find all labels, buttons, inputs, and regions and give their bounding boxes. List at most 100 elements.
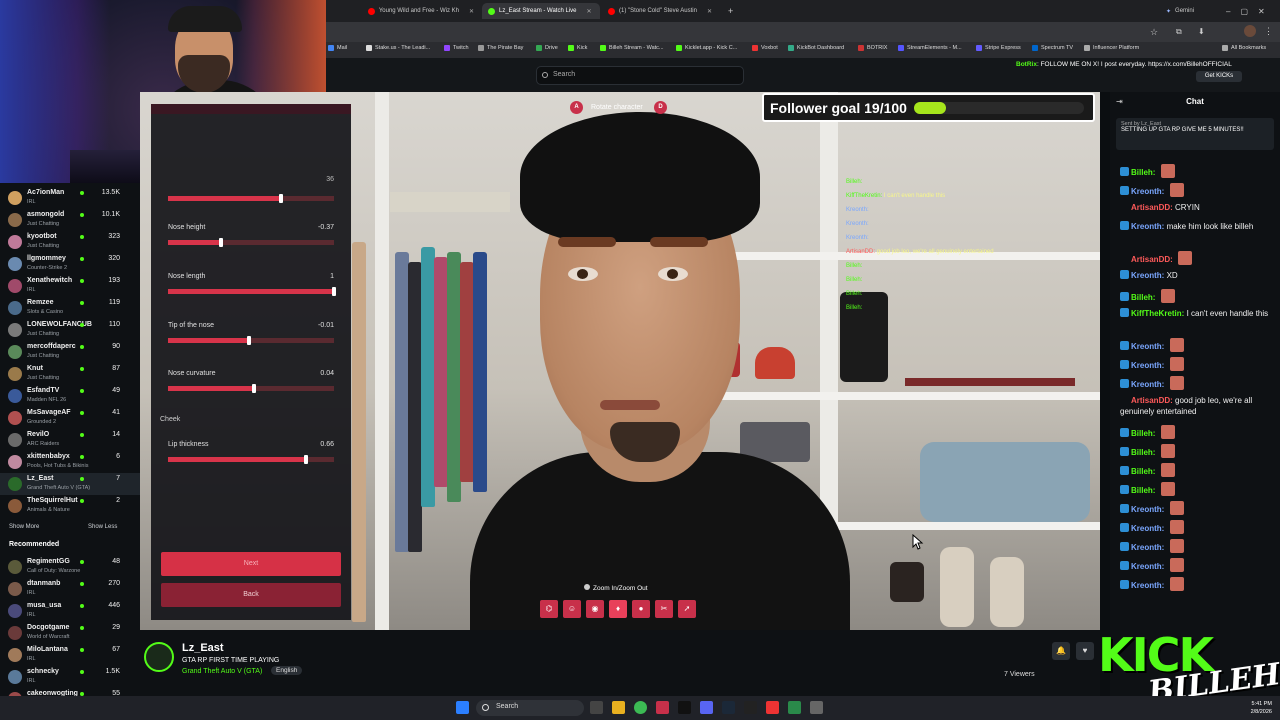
chat-message[interactable]: Billeh: xyxy=(1120,164,1275,178)
chat-username[interactable]: Billeh: xyxy=(1131,486,1155,495)
close-icon[interactable]: ✕ xyxy=(469,8,474,15)
settings-icon[interactable] xyxy=(810,701,823,714)
show-less-button[interactable]: Show Less xyxy=(88,524,117,530)
slider-track[interactable] xyxy=(168,455,334,464)
bookmark-item[interactable]: Stake.us - The Leadi... xyxy=(366,45,430,51)
chat-username[interactable]: Billeh: xyxy=(1131,429,1155,438)
slider-nose-tip[interactable]: Tip of the nose -0.01 xyxy=(168,322,336,366)
chat-username[interactable]: Kreonth: xyxy=(1131,524,1164,533)
close-icon[interactable]: ✕ xyxy=(586,8,591,15)
chat-username[interactable]: ArtisanDD: xyxy=(1131,255,1173,264)
chat-message[interactable]: Kreonth: xyxy=(1120,357,1275,371)
slider-nose-height[interactable]: Nose height -0.37 xyxy=(168,224,336,268)
tab-youtube-2[interactable]: (1) "Stone Cold" Steve Austin ✕ xyxy=(602,3,720,19)
obs-icon[interactable] xyxy=(678,701,691,714)
close-window-icon[interactable]: ✕ xyxy=(1258,7,1265,16)
chat-username[interactable]: Billeh: xyxy=(1131,168,1155,177)
slider-track[interactable] xyxy=(168,238,334,247)
chat-message[interactable]: Kreonth: xyxy=(1120,183,1275,197)
chat-message[interactable]: Kreonth: make him look like billeh xyxy=(1120,221,1275,232)
bookmark-star-icon[interactable]: ☆ xyxy=(1150,27,1158,38)
slider-knob[interactable] xyxy=(278,194,283,203)
all-bookmarks[interactable]: All Bookmarks xyxy=(1222,45,1266,51)
sidebar-channel[interactable]: Lz_East Grand Theft Auto V (GTA) 7 xyxy=(0,473,140,495)
bookmark-item[interactable]: Mail xyxy=(328,45,347,51)
bookmark-item[interactable]: Drive xyxy=(536,45,558,51)
streamer-name[interactable]: Lz_East xyxy=(182,642,224,654)
show-more-button[interactable]: Show More xyxy=(9,524,39,530)
slider-partial[interactable]: 36 xyxy=(168,176,336,206)
bookmark-item[interactable]: Kick xyxy=(568,45,587,51)
bookmark-item[interactable]: BOTRIX xyxy=(858,45,887,51)
window-controls[interactable]: – ▢ ✕ xyxy=(1220,3,1276,19)
sidebar-channel[interactable]: MsSavageAF Grounded 2 41 xyxy=(0,407,140,429)
chat-username[interactable]: Kreonth: xyxy=(1131,187,1164,196)
menu-icon[interactable]: ⋮ xyxy=(1264,26,1273,37)
chat-message[interactable]: Billeh: xyxy=(1120,289,1275,303)
chat-message[interactable]: Kreonth: xyxy=(1120,539,1275,553)
slider-track[interactable] xyxy=(168,336,334,345)
slider-lip-thickness[interactable]: Lip thickness 0.66 xyxy=(168,441,336,485)
slider-knob[interactable] xyxy=(252,384,257,393)
taskbar-search[interactable]: Search xyxy=(476,700,584,716)
minimize-icon[interactable]: – xyxy=(1226,7,1230,16)
chat-username[interactable]: ArtisanDD: xyxy=(1131,396,1173,405)
sidebar-channel[interactable]: mercoffdaperc Just Chatting 90 xyxy=(0,341,140,363)
sidebar-channel[interactable]: kyootbot Just Chatting 323 xyxy=(0,231,140,253)
app-icon[interactable] xyxy=(788,701,801,714)
sidebar-channel[interactable]: Ac7ionMan IRL 13.5K xyxy=(0,187,140,209)
bookmark-item[interactable]: KickBot Dashboard xyxy=(788,45,844,51)
chat-username[interactable]: Kreonth: xyxy=(1131,361,1164,370)
bookmark-item[interactable]: The Pirate Bay xyxy=(478,45,523,51)
tab-kick-stream[interactable]: Lz_East Stream - Watch Live ✕ xyxy=(482,3,600,19)
chat-username[interactable]: Billeh: xyxy=(1131,467,1155,476)
chat-username[interactable]: Kreonth: xyxy=(1131,505,1164,514)
bookmark-item[interactable]: Influencer Platform xyxy=(1084,45,1139,51)
chat-message[interactable]: Billeh: xyxy=(1120,444,1275,458)
sidebar-channel[interactable]: musa_usa IRL 446 xyxy=(0,600,140,622)
slider-knob[interactable] xyxy=(247,336,252,345)
sidebar-channel[interactable]: EsfandTV Madden NFL 26 49 xyxy=(0,385,140,407)
back-button[interactable]: Back xyxy=(161,583,341,607)
pinned-message[interactable]: Sent by Lz_East SETTING UP GTA RP GIVE M… xyxy=(1116,118,1274,150)
chat-message[interactable]: ArtisanDD: CRYIN xyxy=(1120,202,1275,213)
nose-icon[interactable]: ♦ xyxy=(609,600,627,618)
face-icon[interactable]: ☺ xyxy=(563,600,581,618)
discord-icon[interactable] xyxy=(700,701,713,714)
bookmark-item[interactable]: StreamElements - M... xyxy=(898,45,962,51)
task-view-icon[interactable] xyxy=(590,701,603,714)
chat-username[interactable]: Kreonth: xyxy=(1131,222,1164,231)
slider-track[interactable] xyxy=(168,287,336,296)
bookmark-item[interactable]: Billeh Stream - Watc... xyxy=(600,45,664,51)
chat-message[interactable]: Billeh: xyxy=(1120,425,1275,439)
chat-message[interactable]: Kreonth: xyxy=(1120,520,1275,534)
chat-message[interactable]: Kreonth: XD xyxy=(1120,270,1275,281)
chat-message[interactable]: Kreonth: xyxy=(1120,577,1275,591)
sidebar-channel[interactable]: Xenathewitch IRL 193 xyxy=(0,275,140,297)
sidebar-channel[interactable]: RevilO ARC Raiders 14 xyxy=(0,429,140,451)
get-kicks-button[interactable]: Get KICKs xyxy=(1196,71,1242,82)
maximize-icon[interactable]: ▢ xyxy=(1240,7,1248,16)
chat-message[interactable]: Kreonth: xyxy=(1120,501,1275,515)
new-tab-button[interactable]: + xyxy=(722,3,736,19)
bookmark-item[interactable]: Spectrum TV xyxy=(1032,45,1073,51)
steam-icon[interactable] xyxy=(722,701,735,714)
chat-message[interactable]: ArtisanDD: xyxy=(1120,251,1275,265)
chat-username[interactable]: Kreonth: xyxy=(1131,342,1164,351)
dna-icon[interactable]: ⌬ xyxy=(540,600,558,618)
chat-message[interactable]: Kreonth: xyxy=(1120,376,1275,390)
chat-message[interactable]: KiffTheKretin: I can't even handle this xyxy=(1120,308,1275,319)
chat-username[interactable]: Kreonth: xyxy=(1131,543,1164,552)
chrome-icon[interactable] xyxy=(634,701,647,714)
sidebar-channel[interactable]: RegimentGG Call of Duty: Warzone 48 xyxy=(0,556,140,578)
slider-track[interactable] xyxy=(168,194,334,203)
app-icon[interactable] xyxy=(766,701,779,714)
sidebar-channel[interactable]: asmongold Just Chatting 10.1K xyxy=(0,209,140,231)
file-explorer-icon[interactable] xyxy=(612,701,625,714)
chat-message[interactable]: Billeh: xyxy=(1120,463,1275,477)
notification-bell-icon[interactable]: 🔔 xyxy=(1052,642,1070,660)
chat-username[interactable]: Kreonth: xyxy=(1131,562,1164,571)
chat-username[interactable]: Billeh: xyxy=(1131,448,1155,457)
sidebar-channel[interactable]: Remzee Slots & Casino 119 xyxy=(0,297,140,319)
slider-nose-length[interactable]: Nose length 1 xyxy=(168,273,336,317)
